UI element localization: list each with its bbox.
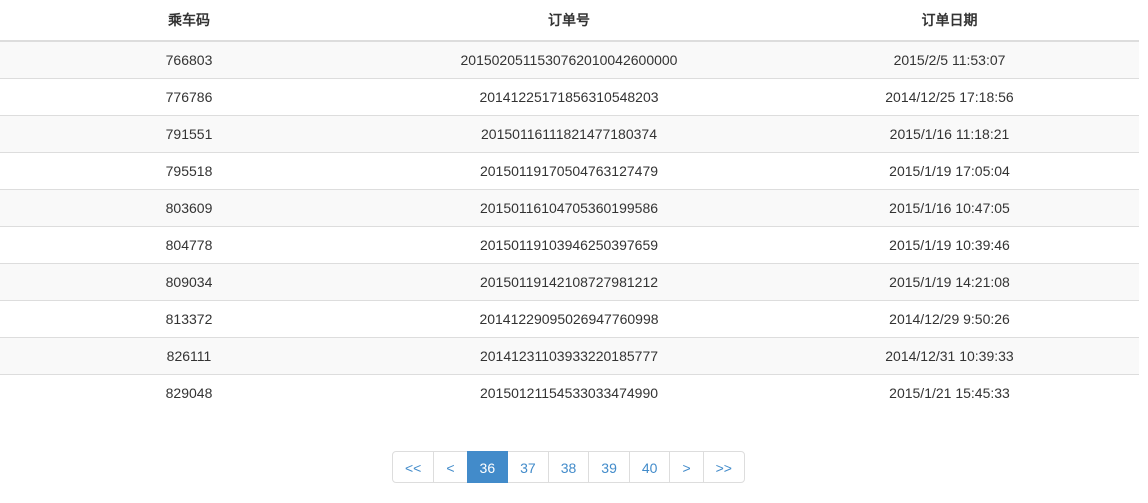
page-button-current[interactable]: 36 [466, 451, 509, 483]
cell-order-date: 2015/2/5 11:53:07 [760, 41, 1139, 79]
table-row: 803609 20150116104705360199586 2015/1/16… [0, 189, 1139, 227]
cell-order-date: 2014/12/29 9:50:26 [760, 300, 1139, 338]
table-body: 766803 2015020511530762010042600000 2015… [0, 41, 1139, 411]
column-header-ride-code: 乘车码 [0, 0, 378, 42]
cell-order-date: 2015/1/19 17:05:04 [760, 152, 1139, 190]
cell-order-number: 20150116104705360199586 [378, 189, 760, 227]
cell-order-number: 20141231103933220185777 [378, 337, 760, 375]
table-row: 766803 2015020511530762010042600000 2015… [0, 41, 1139, 79]
table-row: 826111 20141231103933220185777 2014/12/3… [0, 337, 1139, 375]
cell-order-date: 2015/1/21 15:45:33 [760, 374, 1139, 411]
table-row: 809034 20150119142108727981212 2015/1/19… [0, 263, 1139, 301]
column-header-order-number: 订单号 [378, 0, 760, 42]
cell-order-number: 2015020511530762010042600000 [378, 41, 760, 79]
cell-ride-code: 791551 [0, 115, 378, 153]
cell-order-number: 20150119142108727981212 [378, 263, 760, 301]
cell-order-number: 20150119170504763127479 [378, 152, 760, 190]
next-page-button[interactable]: > [669, 451, 704, 483]
table-row: 791551 20150116111821477180374 2015/1/16… [0, 115, 1139, 153]
cell-order-number: 20141229095026947760998 [378, 300, 760, 338]
cell-order-number: 20141225171856310548203 [378, 78, 760, 116]
orders-table-container: 乘车码 订单号 订单日期 766803 20150205115307620100… [0, 0, 1139, 411]
table-row: 804778 20150119103946250397659 2015/1/19… [0, 226, 1139, 264]
page-button[interactable]: 40 [628, 451, 671, 483]
last-page-button[interactable]: >> [702, 451, 745, 483]
cell-order-number: 20150121154533033474990 [378, 374, 760, 411]
cell-ride-code: 766803 [0, 41, 378, 79]
page-button[interactable]: 37 [507, 451, 549, 483]
cell-ride-code: 809034 [0, 263, 378, 301]
orders-table: 乘车码 订单号 订单日期 766803 20150205115307620100… [0, 0, 1139, 411]
column-header-order-date: 订单日期 [760, 0, 1139, 42]
cell-ride-code: 829048 [0, 374, 378, 411]
cell-order-date: 2015/1/19 14:21:08 [760, 263, 1139, 301]
pagination: << < 36 37 38 39 40 > >> [392, 451, 745, 483]
cell-order-date: 2014/12/25 17:18:56 [760, 78, 1139, 116]
page-button[interactable]: 38 [547, 451, 590, 483]
cell-order-date: 2014/12/31 10:39:33 [760, 337, 1139, 375]
cell-order-date: 2015/1/16 11:18:21 [760, 115, 1139, 153]
table-row: 813372 20141229095026947760998 2014/12/2… [0, 300, 1139, 338]
table-row: 776786 20141225171856310548203 2014/12/2… [0, 78, 1139, 116]
cell-ride-code: 813372 [0, 300, 378, 338]
previous-page-button[interactable]: < [433, 451, 468, 483]
cell-ride-code: 803609 [0, 189, 378, 227]
page-button[interactable]: 39 [588, 451, 630, 483]
table-row: 795518 20150119170504763127479 2015/1/19… [0, 152, 1139, 190]
cell-ride-code: 826111 [0, 337, 378, 375]
cell-order-number: 20150119103946250397659 [378, 226, 760, 264]
cell-ride-code: 776786 [0, 78, 378, 116]
table-row: 829048 20150121154533033474990 2015/1/21… [0, 374, 1139, 411]
cell-order-date: 2015/1/19 10:39:46 [760, 226, 1139, 264]
cell-order-number: 20150116111821477180374 [378, 115, 760, 153]
first-page-button[interactable]: << [392, 451, 435, 483]
header-row: 乘车码 订单号 订单日期 [0, 0, 1139, 42]
cell-ride-code: 795518 [0, 152, 378, 190]
cell-order-date: 2015/1/16 10:47:05 [760, 189, 1139, 227]
table-header: 乘车码 订单号 订单日期 [0, 0, 1139, 42]
cell-ride-code: 804778 [0, 226, 378, 264]
